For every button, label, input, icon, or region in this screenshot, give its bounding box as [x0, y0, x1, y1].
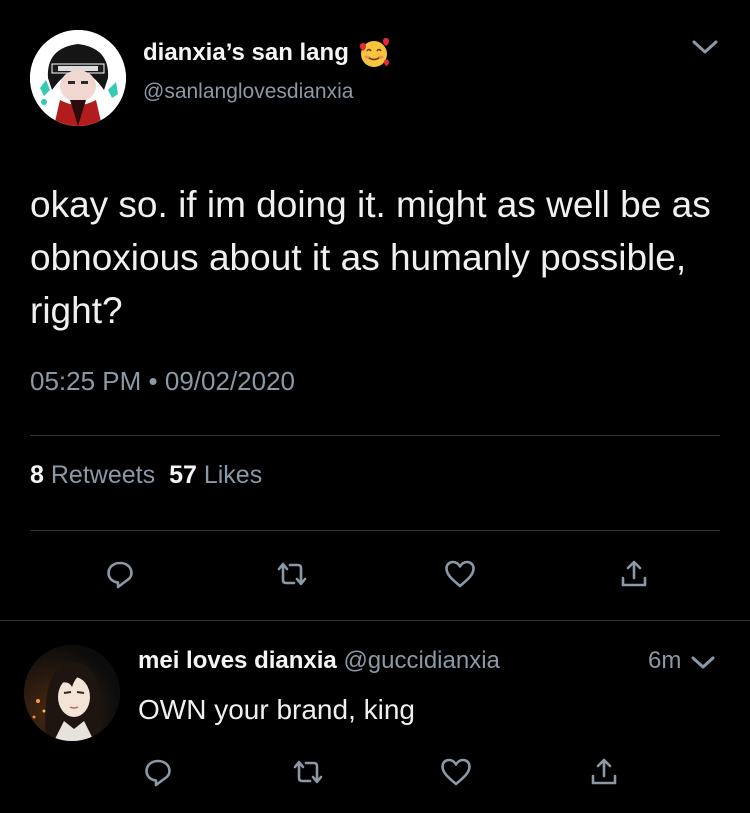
divider	[30, 435, 720, 436]
like-icon	[441, 758, 471, 786]
like-count: 57	[169, 461, 197, 489]
retweet-count: 8	[30, 461, 44, 489]
timestamp-separator: •	[148, 366, 158, 396]
reply-button[interactable]	[98, 552, 142, 596]
retweet-icon	[293, 760, 323, 784]
chevron-down-icon[interactable]	[688, 648, 718, 678]
like-icon	[445, 560, 475, 588]
tweet-timestamp[interactable]: 05:25 PM • 09/02/2020	[30, 366, 295, 397]
reply-retweet-button[interactable]	[286, 750, 330, 794]
retweet-label: Retweets	[50, 461, 156, 489]
smiling-face-with-hearts-icon	[357, 36, 391, 70]
reply-share-button[interactable]	[582, 750, 626, 794]
like-button[interactable]	[438, 552, 482, 596]
share-icon	[591, 758, 617, 785]
tweet-stats: 8 Retweets 57 Likes	[30, 461, 262, 490]
reply-icon	[107, 561, 133, 589]
retweet-icon	[277, 562, 307, 586]
reply-time: 6m	[648, 647, 682, 674]
share-button[interactable]	[612, 552, 656, 596]
divider	[0, 620, 750, 621]
reply-icon	[145, 759, 171, 787]
tweet-detail-page: dianxia’s san lang @sanlanglovesdianxia …	[0, 0, 750, 813]
author-name-text: dianxia’s san lang	[143, 39, 349, 66]
tweet-time: 05:25 PM	[30, 366, 142, 396]
author-handle[interactable]: @sanlanglovesdianxia	[143, 80, 353, 104]
chevron-down-icon[interactable]	[688, 30, 722, 64]
author-avatar[interactable]	[30, 30, 126, 126]
retweet-button[interactable]	[270, 552, 314, 596]
reply-author-name[interactable]: mei loves dianxia	[138, 647, 337, 674]
reply-reply-button[interactable]	[136, 750, 180, 794]
reply-header: mei loves dianxia @guccidianxia	[138, 647, 500, 675]
retweets-stat[interactable]: 8 Retweets	[30, 461, 155, 489]
reply-text: OWN your brand, king	[138, 694, 415, 725]
like-label: Likes	[203, 461, 263, 489]
tweet-date: 09/02/2020	[164, 366, 296, 396]
reply-like-button[interactable]	[434, 750, 478, 794]
reply-author-handle[interactable]: @guccidianxia	[343, 647, 499, 674]
reply-author-avatar[interactable]	[24, 645, 120, 741]
likes-stat[interactable]: 57 Likes	[169, 461, 262, 489]
tweet-text: okay so. if im doing it. might as well b…	[30, 184, 711, 331]
author-display-name[interactable]: dianxia’s san lang	[143, 36, 391, 70]
divider	[30, 530, 720, 531]
share-icon	[621, 560, 647, 587]
